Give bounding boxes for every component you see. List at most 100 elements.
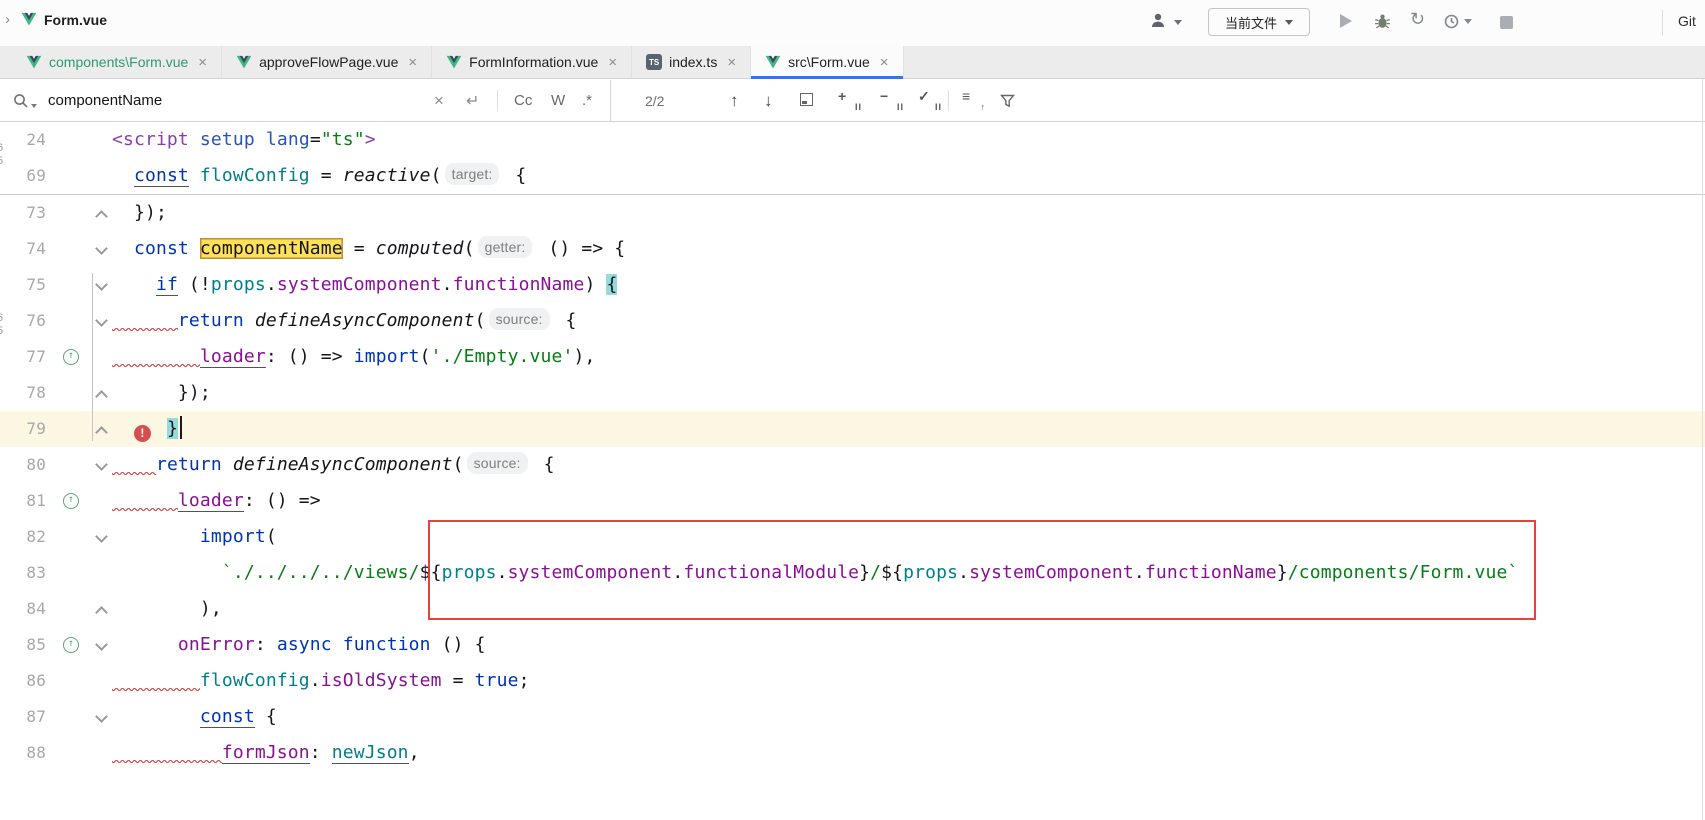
fold-expand-icon[interactable] [95, 242, 108, 255]
search-extra-options-icon[interactable]: ≡↑ [962, 88, 988, 112]
debug-button[interactable] [1374, 13, 1391, 35]
gutter[interactable]: 77↑ [0, 339, 112, 375]
tab-close-icon[interactable]: × [727, 54, 736, 71]
code-line-69[interactable]: 69 const flowConfig = reactive(target: { [0, 158, 1705, 194]
tab-index-ts[interactable]: TSindex.ts× [632, 46, 751, 78]
tab-close-icon[interactable]: × [408, 54, 417, 71]
gutter[interactable]: 80 [0, 447, 112, 483]
gutter[interactable]: 87 [0, 699, 112, 735]
gutter[interactable]: 78 [0, 375, 112, 411]
code-line-80[interactable]: 80 return defineAsyncComponent(source: { [0, 447, 1705, 483]
code-line-78[interactable]: 78 }); [0, 375, 1705, 411]
code-line-87[interactable]: 87 const { [0, 699, 1705, 735]
gutter[interactable]: 83 [0, 555, 112, 591]
fold-expand-icon[interactable] [95, 710, 108, 723]
clear-search-icon[interactable]: × [434, 80, 444, 121]
editor[interactable]: 24<script setup lang="ts">69 const flowC… [0, 122, 1705, 820]
gutter[interactable]: 84 [0, 591, 112, 627]
search-history-chevron-icon[interactable] [31, 104, 37, 108]
next-match-icon[interactable]: ↓ [764, 80, 773, 121]
code-token [112, 238, 134, 259]
previous-match-icon[interactable]: ↑ [730, 80, 739, 121]
stop-button[interactable] [1500, 16, 1513, 29]
fold-collapse-icon[interactable] [95, 210, 108, 223]
gutter[interactable]: 73 [0, 195, 112, 231]
search-icon[interactable] [12, 80, 30, 121]
code-token [112, 310, 178, 331]
git-widget[interactable]: Git [1678, 13, 1696, 29]
gutter[interactable]: 74 [0, 231, 112, 267]
code-line-75[interactable]: 75 if (!props.systemComponent.functionNa… [0, 267, 1705, 303]
fold-expand-icon[interactable] [95, 638, 108, 651]
code-line-81[interactable]: 81↑ loader: () => [0, 483, 1705, 519]
code-with-me-users-button[interactable] [1150, 12, 1184, 32]
search-input[interactable]: componentName [48, 80, 162, 121]
code-line-77[interactable]: 77↑ loader: () => import('./Empty.vue'), [0, 339, 1705, 375]
gutter[interactable]: 76 [0, 303, 112, 339]
fold-expand-icon[interactable] [95, 530, 108, 543]
divider [948, 90, 949, 111]
code-token [189, 165, 200, 186]
breadcrumb-chevron-icon[interactable]: › [5, 11, 10, 28]
code-line-79[interactable]: 79 ! } [0, 411, 1705, 447]
code-token: functionName [453, 274, 585, 295]
code-token [112, 418, 134, 439]
tab-forminformation-vue[interactable]: FormInformation.vue× [432, 46, 632, 78]
profiler-button[interactable] [1444, 14, 1472, 29]
code-line-82[interactable]: 82 import( [0, 519, 1705, 555]
code-line-88[interactable]: 88 formJson: newJson, [0, 735, 1705, 771]
rerun-coverage-icon[interactable]: ↻ [1410, 9, 1425, 30]
tab-close-icon[interactable]: × [608, 54, 617, 71]
code-token [222, 454, 233, 475]
code-token: () { [431, 634, 486, 655]
code-line-83[interactable]: 83 `./../../../views/${props.systemCompo… [0, 555, 1705, 591]
gutter[interactable]: 85↑ [0, 627, 112, 663]
green-up-arrow-icon[interactable]: ↑ [63, 637, 79, 653]
regex-toggle[interactable]: .* [582, 80, 592, 121]
code-token: functionalModule [683, 562, 859, 583]
gutter[interactable]: 75 [0, 267, 112, 303]
select-all-occurrences-icon[interactable]: ✓II [918, 88, 944, 112]
fold-expand-icon[interactable] [95, 278, 108, 291]
code-line-24[interactable]: 24<script setup lang="ts"> [0, 122, 1705, 158]
match-case-toggle[interactable]: Cc [514, 80, 532, 121]
code-line-86[interactable]: 86 flowConfig.isOldSystem = true; [0, 663, 1705, 699]
gutter[interactable]: 81↑ [0, 483, 112, 519]
gutter[interactable]: 88 [0, 735, 112, 771]
gutter[interactable]: 24 [0, 122, 112, 158]
gutter[interactable]: 69 [0, 158, 112, 194]
fold-collapse-icon[interactable] [95, 426, 108, 439]
code-token [244, 310, 255, 331]
code-line-85[interactable]: 85↑ onError: async function () { [0, 627, 1705, 663]
filter-icon[interactable] [1000, 80, 1015, 121]
green-up-arrow-icon[interactable]: ↑ [63, 349, 79, 365]
add-occurrence-icon[interactable]: +II [838, 88, 864, 112]
code-token: defineAsyncComponent [233, 454, 453, 475]
fold-expand-icon[interactable] [95, 314, 108, 327]
gutter[interactable]: 86 [0, 663, 112, 699]
tab-close-icon[interactable]: × [198, 54, 207, 71]
fold-collapse-icon[interactable] [95, 606, 108, 619]
run-config-selector[interactable]: 当前文件 [1208, 8, 1310, 36]
tab-close-icon[interactable]: × [880, 54, 889, 71]
gutter[interactable]: 82 [0, 519, 112, 555]
window-title: Form.vue [44, 12, 107, 28]
tab-src-form-vue[interactable]: src\Form.vue× [751, 46, 903, 78]
bug-icon [1374, 13, 1391, 30]
fold-collapse-icon[interactable] [95, 390, 108, 403]
code-line-84[interactable]: 84 ), [0, 591, 1705, 627]
words-toggle[interactable]: W [551, 80, 565, 121]
green-up-arrow-icon[interactable]: ↑ [63, 493, 79, 509]
open-in-find-window-icon[interactable] [800, 93, 813, 106]
error-icon[interactable]: ! [134, 425, 151, 442]
fold-expand-icon[interactable] [95, 458, 108, 471]
tab-components-form-vue[interactable]: components\Form.vue× [12, 46, 222, 78]
code-line-73[interactable]: 73 }); [0, 195, 1705, 231]
gutter[interactable]: 79 [0, 411, 112, 447]
code-line-74[interactable]: 74 const componentName = computed(getter… [0, 231, 1705, 267]
insert-newline-icon[interactable]: ↵ [466, 80, 479, 121]
remove-occurrence-icon[interactable]: −II [880, 88, 906, 112]
code-line-76[interactable]: 76 return defineAsyncComponent(source: { [0, 303, 1705, 339]
run-button[interactable] [1340, 14, 1352, 28]
tab-approveflowpage-vue[interactable]: approveFlowPage.vue× [222, 46, 432, 78]
